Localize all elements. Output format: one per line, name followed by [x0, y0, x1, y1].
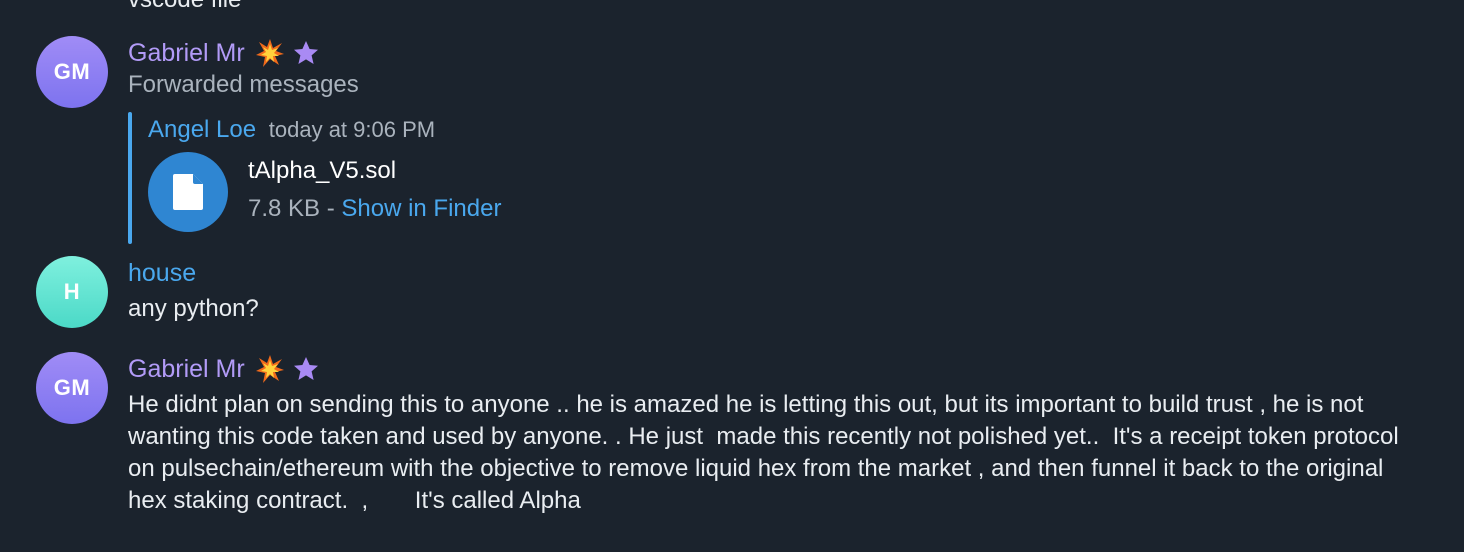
avatar[interactable]: GM [36, 36, 108, 108]
file-icon[interactable] [148, 152, 228, 232]
message-text: any python? [128, 295, 259, 322]
file-name[interactable]: tAlpha_V5.sol [248, 156, 396, 186]
file-meta-separator: - [320, 195, 342, 222]
sender-name-label[interactable]: house [128, 258, 196, 288]
sender-name[interactable]: Gabriel Mr [128, 38, 321, 68]
document-icon [173, 174, 203, 210]
file-meta: 7.8 KB - Show in Finder [248, 194, 501, 224]
collision-emoji-icon [255, 355, 284, 383]
forwarded-header: Angel Loe today at 9:06 PM [148, 115, 435, 145]
show-in-finder-link[interactable]: Show in Finder [341, 195, 501, 222]
previous-message-text: vscode file [128, 0, 241, 14]
avatar[interactable]: H [36, 256, 108, 328]
forward-quote-bar [128, 112, 132, 244]
star-emoji-icon [293, 41, 318, 64]
sender-name-label[interactable]: Gabriel Mr [128, 354, 245, 384]
star-emoji-icon [293, 357, 318, 380]
sender-name-label[interactable]: Gabriel Mr [128, 38, 245, 68]
forwarded-time: today at 9:06 PM [268, 117, 436, 142]
forwarded-author[interactable]: Angel Loe [148, 116, 256, 143]
sender-name[interactable]: Gabriel Mr [128, 354, 321, 384]
message-text: He didnt plan on sending this to anyone … [128, 391, 1406, 514]
collision-emoji-icon [255, 39, 284, 67]
sender-name[interactable]: house [128, 258, 196, 288]
chat-message-list[interactable]: vscode file GM Gabriel Mr Forwarded mess… [0, 0, 1464, 552]
forwarded-label: Forwarded messages [128, 71, 359, 98]
avatar[interactable]: GM [36, 352, 108, 424]
file-size: 7.8 KB [248, 195, 321, 222]
